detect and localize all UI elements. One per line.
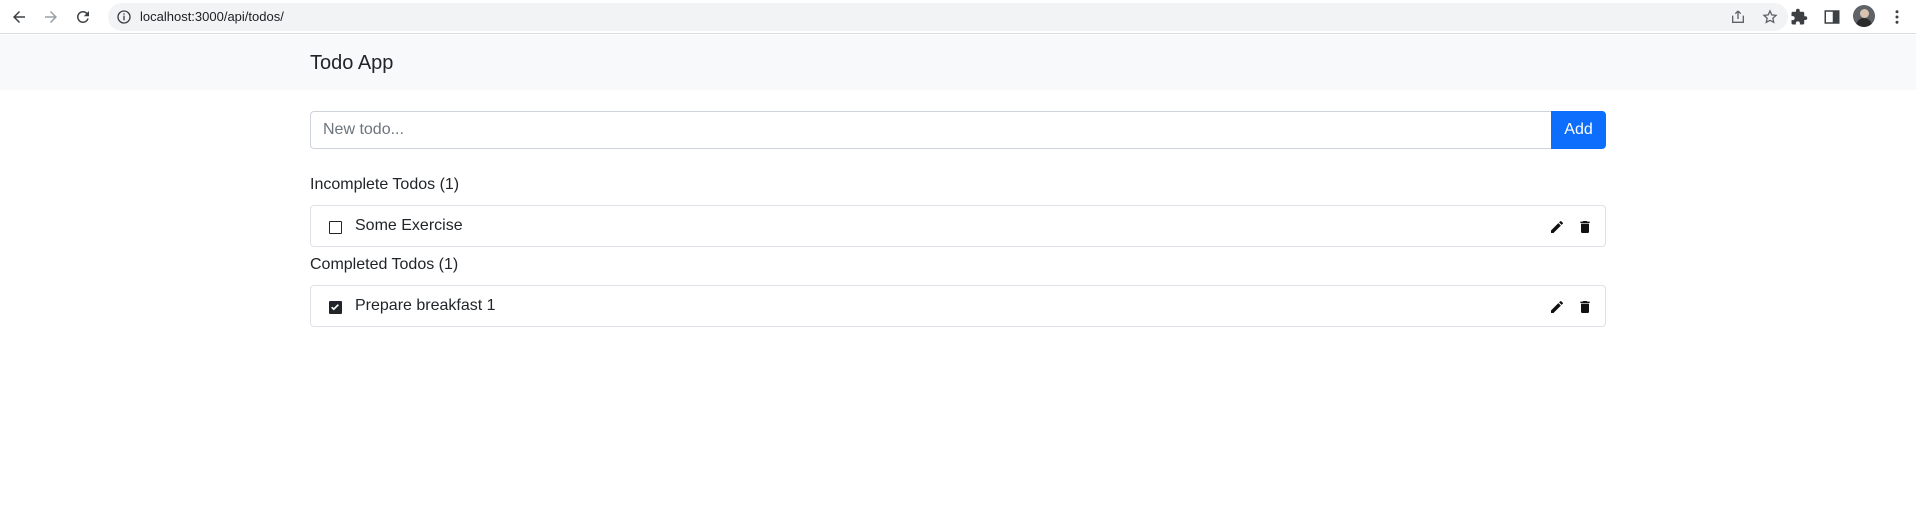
- add-todo-button[interactable]: Add: [1551, 111, 1606, 149]
- address-bar[interactable]: localhost:3000/api/todos/: [108, 3, 1788, 31]
- todo-checkbox-checked[interactable]: [329, 301, 342, 314]
- completed-todos-heading: Completed Todos (1): [310, 256, 459, 273]
- side-panel-button[interactable]: [1821, 6, 1843, 28]
- incomplete-todos-heading: Incomplete Todos (1): [310, 176, 460, 193]
- todo-text: Prepare breakfast 1: [355, 297, 496, 314]
- share-icon[interactable]: [1730, 9, 1746, 25]
- app-navbar: Todo App: [0, 35, 1916, 90]
- todo-text: Some Exercise: [355, 217, 463, 234]
- kebab-menu-icon: [1895, 10, 1899, 24]
- bookmark-star-icon[interactable]: [1762, 9, 1778, 25]
- checkmark-icon: [331, 304, 339, 311]
- main-content: Add Incomplete Todos (1) Some Exercise C…: [310, 111, 1606, 327]
- extensions-button[interactable]: [1788, 6, 1810, 28]
- url-text[interactable]: localhost:3000/api/todos/: [140, 9, 284, 24]
- new-todo-input[interactable]: [310, 111, 1553, 149]
- delete-trash-icon[interactable]: [1577, 299, 1593, 315]
- profile-avatar[interactable]: [1853, 5, 1875, 27]
- todo-item-completed: Prepare breakfast 1: [310, 285, 1606, 327]
- app-brand[interactable]: Todo App: [310, 52, 393, 75]
- puzzle-icon: [1791, 8, 1808, 25]
- menu-button[interactable]: [1886, 6, 1908, 28]
- edit-pencil-icon[interactable]: [1549, 219, 1565, 235]
- edit-pencil-icon[interactable]: [1549, 299, 1565, 315]
- info-icon[interactable]: [116, 9, 132, 25]
- todo-item-incomplete: Some Exercise: [310, 205, 1606, 247]
- todo-checkbox-unchecked[interactable]: [329, 221, 342, 234]
- forward-button[interactable]: [39, 5, 63, 29]
- delete-trash-icon[interactable]: [1577, 219, 1593, 235]
- reload-button[interactable]: [71, 5, 95, 29]
- reload-icon: [76, 10, 89, 23]
- arrow-right-icon: [45, 11, 57, 23]
- new-todo-form: Add: [310, 111, 1606, 149]
- side-panel-icon: [1824, 10, 1840, 24]
- back-button[interactable]: [7, 5, 31, 29]
- browser-toolbar: localhost:3000/api/todos/: [0, 0, 1916, 34]
- arrow-left-icon: [13, 11, 25, 23]
